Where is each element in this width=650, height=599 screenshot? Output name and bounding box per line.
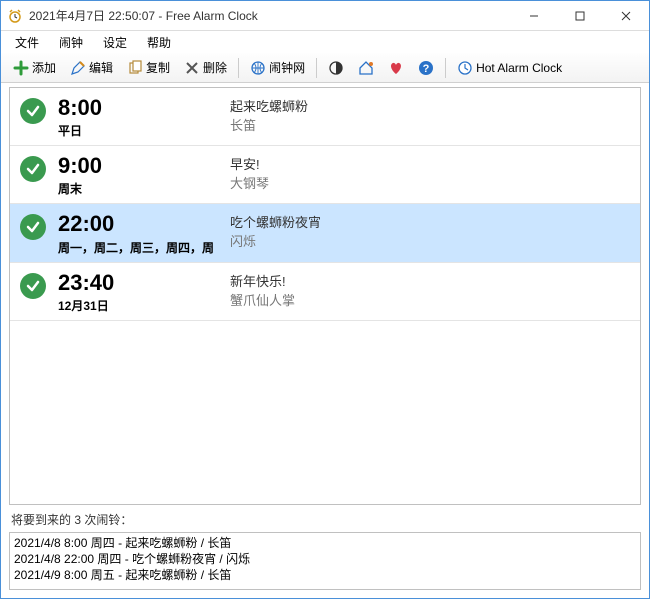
upcoming-label: 将要到来的 3 次闹铃：: [1, 509, 649, 530]
theme-button[interactable]: [322, 56, 350, 80]
alarm-sound: 长笛: [230, 115, 630, 134]
alarm-message: 起来吃螺蛳粉: [230, 96, 630, 115]
title-bar: 2021年4月7日 22:50:07 - Free Alarm Clock: [1, 1, 649, 31]
alarm-schedule: 12月31日: [58, 297, 218, 314]
alarm-schedule: 周末: [58, 180, 218, 197]
enabled-check-icon[interactable]: [20, 214, 46, 240]
alarm-message: 新年快乐!: [230, 271, 630, 290]
alarm-message: 早安!: [230, 154, 630, 173]
web-label: 闹钟网: [269, 59, 305, 76]
copy-button[interactable]: 复制: [121, 55, 176, 80]
home-button[interactable]: [352, 56, 380, 80]
add-label: 添加: [32, 59, 56, 76]
toolbar: 添加 编辑 复制 删除 闹钟网: [1, 53, 649, 83]
alarm-time: 23:40: [58, 271, 218, 295]
alarm-sound: 大钢琴: [230, 173, 630, 192]
upcoming-item[interactable]: 2021/4/8 8:00 周四 - 起来吃螺蛳粉 / 长笛: [14, 535, 636, 551]
maximize-button[interactable]: [557, 1, 603, 31]
clock-icon: [457, 60, 473, 76]
toolbar-separator: [445, 58, 446, 78]
alarm-row[interactable]: 9:00 周末早安!大钢琴: [10, 146, 640, 204]
alarm-sound: 闪烁: [230, 231, 630, 250]
alarm-time: 9:00: [58, 154, 218, 178]
enabled-check-icon[interactable]: [20, 98, 46, 124]
edit-button[interactable]: 编辑: [64, 55, 119, 80]
alarm-schedule: 平日: [58, 122, 218, 139]
copy-label: 复制: [146, 59, 170, 76]
heart-icon: [388, 60, 404, 76]
hot-alarm-clock-button[interactable]: Hot Alarm Clock: [451, 56, 568, 80]
delete-button[interactable]: 删除: [178, 55, 233, 80]
delete-label: 删除: [203, 59, 227, 76]
window-title: 2021年4月7日 22:50:07 - Free Alarm Clock: [29, 7, 258, 24]
minimize-button[interactable]: [511, 1, 557, 31]
svg-text:?: ?: [423, 63, 430, 75]
menu-settings[interactable]: 设定: [95, 32, 135, 53]
close-button[interactable]: [603, 1, 649, 31]
menu-bar: 文件 闹钟 设定 帮助: [1, 31, 649, 53]
upcoming-item[interactable]: 2021/4/8 22:00 周四 - 吃个螺蛳粉夜宵 / 闪烁: [14, 551, 636, 567]
alarm-time: 8:00: [58, 96, 218, 120]
plus-icon: [13, 60, 29, 76]
hot-label: Hot Alarm Clock: [476, 61, 562, 75]
alarm-row[interactable]: 22:00 周一，周二，周三，周四，周吃个螺蛳粉夜宵闪烁: [10, 204, 640, 262]
contrast-icon: [328, 60, 344, 76]
toolbar-separator: [238, 58, 239, 78]
app-icon: [7, 8, 23, 24]
help-icon: ?: [418, 60, 434, 76]
alarm-time: 22:00: [58, 212, 218, 236]
alarm-row[interactable]: 8:00 平日起来吃螺蛳粉长笛: [10, 88, 640, 146]
menu-file[interactable]: 文件: [7, 32, 47, 53]
toolbar-separator: [316, 58, 317, 78]
favorite-button[interactable]: [382, 56, 410, 80]
alarm-row[interactable]: 23:40 12月31日新年快乐!蟹爪仙人掌: [10, 263, 640, 321]
help-button[interactable]: ?: [412, 56, 440, 80]
edit-label: 编辑: [89, 59, 113, 76]
upcoming-list[interactable]: 2021/4/8 8:00 周四 - 起来吃螺蛳粉 / 长笛2021/4/8 2…: [9, 532, 641, 590]
delete-icon: [184, 60, 200, 76]
menu-help[interactable]: 帮助: [139, 32, 179, 53]
globe-icon: [250, 60, 266, 76]
pencil-icon: [70, 60, 86, 76]
home-icon: [358, 60, 374, 76]
alarm-message: 吃个螺蛳粉夜宵: [230, 212, 630, 231]
enabled-check-icon[interactable]: [20, 273, 46, 299]
alarm-schedule: 周一，周二，周三，周四，周: [58, 239, 218, 256]
upcoming-item[interactable]: 2021/4/9 8:00 周五 - 起来吃螺蛳粉 / 长笛: [14, 567, 636, 583]
add-button[interactable]: 添加: [7, 55, 62, 80]
web-button[interactable]: 闹钟网: [244, 55, 311, 80]
copy-icon: [127, 60, 143, 76]
enabled-check-icon[interactable]: [20, 156, 46, 182]
alarm-list[interactable]: 8:00 平日起来吃螺蛳粉长笛 9:00 周末早安!大钢琴 22:00 周一，周二，周三，…: [9, 87, 641, 505]
menu-alarm[interactable]: 闹钟: [51, 32, 91, 53]
alarm-sound: 蟹爪仙人掌: [230, 290, 630, 309]
